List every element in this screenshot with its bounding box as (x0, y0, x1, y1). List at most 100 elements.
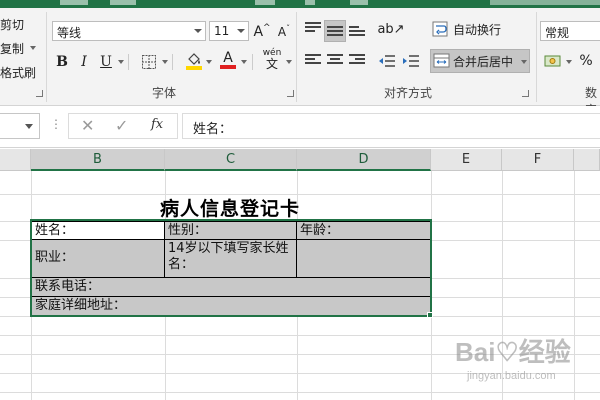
insert-function-button[interactable]: fx (151, 117, 163, 132)
align-middle-icon (327, 24, 343, 38)
wrap-text-icon (432, 21, 448, 37)
gender-cell[interactable]: 性别： (165, 221, 297, 240)
borders-dropdown-icon[interactable] (162, 60, 168, 64)
font-launcher-icon[interactable] (287, 90, 294, 97)
fill-color-button[interactable] (184, 49, 204, 71)
copy-button[interactable]: 复制 (0, 40, 24, 57)
formula-bar: ⋮ ✕ ✓ fx 姓名： (0, 106, 600, 148)
guardian-name-cell[interactable]: 14岁以下填写家长姓名： (165, 240, 297, 278)
bold-button[interactable]: B (54, 51, 70, 73)
underline-dropdown-icon[interactable] (118, 60, 124, 64)
shrink-font-button[interactable]: Aˇ (276, 21, 292, 43)
increase-indent-icon (403, 55, 419, 67)
align-left-icon (305, 54, 321, 68)
ribbon-tab[interactable] (60, 0, 88, 5)
gridline (431, 171, 432, 400)
borders-icon (142, 55, 156, 69)
empty-cell[interactable] (297, 240, 431, 278)
align-bottom-button[interactable] (346, 18, 368, 40)
column-header-g-partial[interactable] (574, 149, 600, 171)
ribbon: 剪切 复制 格式刷 等线 11 A ^ Aˇ B I U A wén 文 字体 … (0, 8, 600, 117)
align-right-button[interactable] (346, 50, 368, 72)
ribbon-tab[interactable] (255, 0, 275, 5)
group-separator (46, 12, 47, 102)
currency-icon (544, 55, 561, 67)
phonetic-dropdown-icon[interactable] (286, 60, 292, 64)
italic-button[interactable]: I (76, 51, 92, 73)
underline-button[interactable]: U (98, 51, 114, 73)
ribbon-tab[interactable] (305, 0, 315, 5)
name-cell[interactable]: 姓名： (31, 221, 165, 240)
align-center-button[interactable] (324, 50, 346, 72)
merge-center-button[interactable]: 合并后居中 (430, 49, 530, 73)
percent-button[interactable]: % (577, 50, 595, 72)
chevron-down-icon (237, 29, 245, 33)
age-cell[interactable]: 年龄： (297, 221, 431, 240)
font-color-swatch (220, 65, 236, 69)
resize-handle-icon[interactable]: ⋮ (50, 117, 62, 131)
fill-color-dropdown-icon[interactable] (206, 60, 212, 64)
align-top-button[interactable] (302, 18, 324, 40)
align-top-icon (305, 22, 321, 36)
grow-font-button[interactable]: A ^ (253, 21, 270, 43)
baidu-watermark: Bai♡经验 jingyan.baidu.com (455, 330, 600, 390)
group-separator (296, 12, 297, 102)
divider (172, 54, 173, 70)
copy-dropdown-icon[interactable] (30, 46, 36, 50)
merge-center-label: 合并后居中 (453, 54, 514, 69)
occupation-cell[interactable]: 职业： (31, 240, 165, 278)
font-size-select[interactable]: 11 (209, 21, 249, 41)
font-group-label: 字体 (152, 86, 177, 100)
tell-me-search[interactable] (490, 0, 600, 5)
align-bottom-icon (349, 22, 365, 36)
formula-input[interactable]: 姓名： (182, 113, 600, 139)
column-header-d[interactable]: D (297, 149, 431, 171)
font-family-value: 等线 (57, 26, 82, 40)
clipboard-launcher-icon[interactable] (36, 90, 43, 97)
align-left-button[interactable] (302, 50, 324, 72)
align-middle-button[interactable] (324, 20, 346, 42)
address-cell[interactable]: 家庭详细地址： (31, 297, 431, 316)
column-header-e[interactable]: E (431, 149, 502, 171)
phonetic-char: 文 (265, 57, 278, 71)
font-size-value: 11 (214, 24, 230, 38)
ribbon-tab[interactable] (350, 0, 368, 5)
decrease-indent-button[interactable] (376, 50, 398, 72)
watermark-url: jingyan.baidu.com (467, 370, 556, 382)
cancel-icon[interactable]: ✕ (81, 116, 94, 135)
accounting-dropdown-icon[interactable] (566, 60, 572, 64)
format-painter-button[interactable]: 格式刷 (0, 64, 36, 81)
column-header-f[interactable]: F (502, 149, 574, 171)
fill-handle[interactable] (427, 312, 433, 318)
font-color-dropdown-icon[interactable] (241, 60, 247, 64)
font-color-button[interactable]: A (218, 49, 238, 71)
chevron-down-icon (194, 29, 202, 33)
divider (252, 54, 253, 70)
ribbon-tab[interactable] (110, 0, 136, 5)
increase-indent-button[interactable] (400, 50, 422, 72)
phone-cell[interactable]: 联系电话： (31, 278, 431, 297)
name-box[interactable] (0, 113, 40, 139)
phonetic-guide-button[interactable]: wén 文 (258, 48, 286, 70)
text-orientation-icon: ab↗ (377, 21, 405, 37)
wrap-text-button[interactable]: 自动换行 (428, 17, 528, 41)
borders-button[interactable] (140, 51, 158, 73)
grow-font-icon: A (253, 24, 264, 40)
form-title[interactable]: 病人信息登记卡 (140, 194, 320, 220)
alignment-launcher-icon[interactable] (522, 90, 529, 97)
column-header-b[interactable]: B (31, 149, 165, 171)
enter-check-icon[interactable]: ✓ (115, 116, 128, 135)
decrease-indent-icon (379, 55, 395, 67)
cut-button[interactable]: 剪切 (0, 16, 24, 33)
number-format-select[interactable]: 常规 (540, 21, 600, 41)
font-color-icon: A (223, 50, 233, 66)
font-family-select[interactable]: 等线 (52, 21, 206, 41)
accounting-format-button[interactable] (542, 50, 564, 72)
column-header-c[interactable]: C (165, 149, 297, 171)
wrap-text-label: 自动换行 (453, 22, 502, 37)
column-header-a-partial[interactable] (0, 149, 31, 171)
group-separator (536, 12, 537, 102)
gridline (0, 392, 600, 393)
watermark-logo-text: Bai♡经验 (455, 337, 571, 367)
orientation-button[interactable]: ab↗ (377, 18, 405, 40)
